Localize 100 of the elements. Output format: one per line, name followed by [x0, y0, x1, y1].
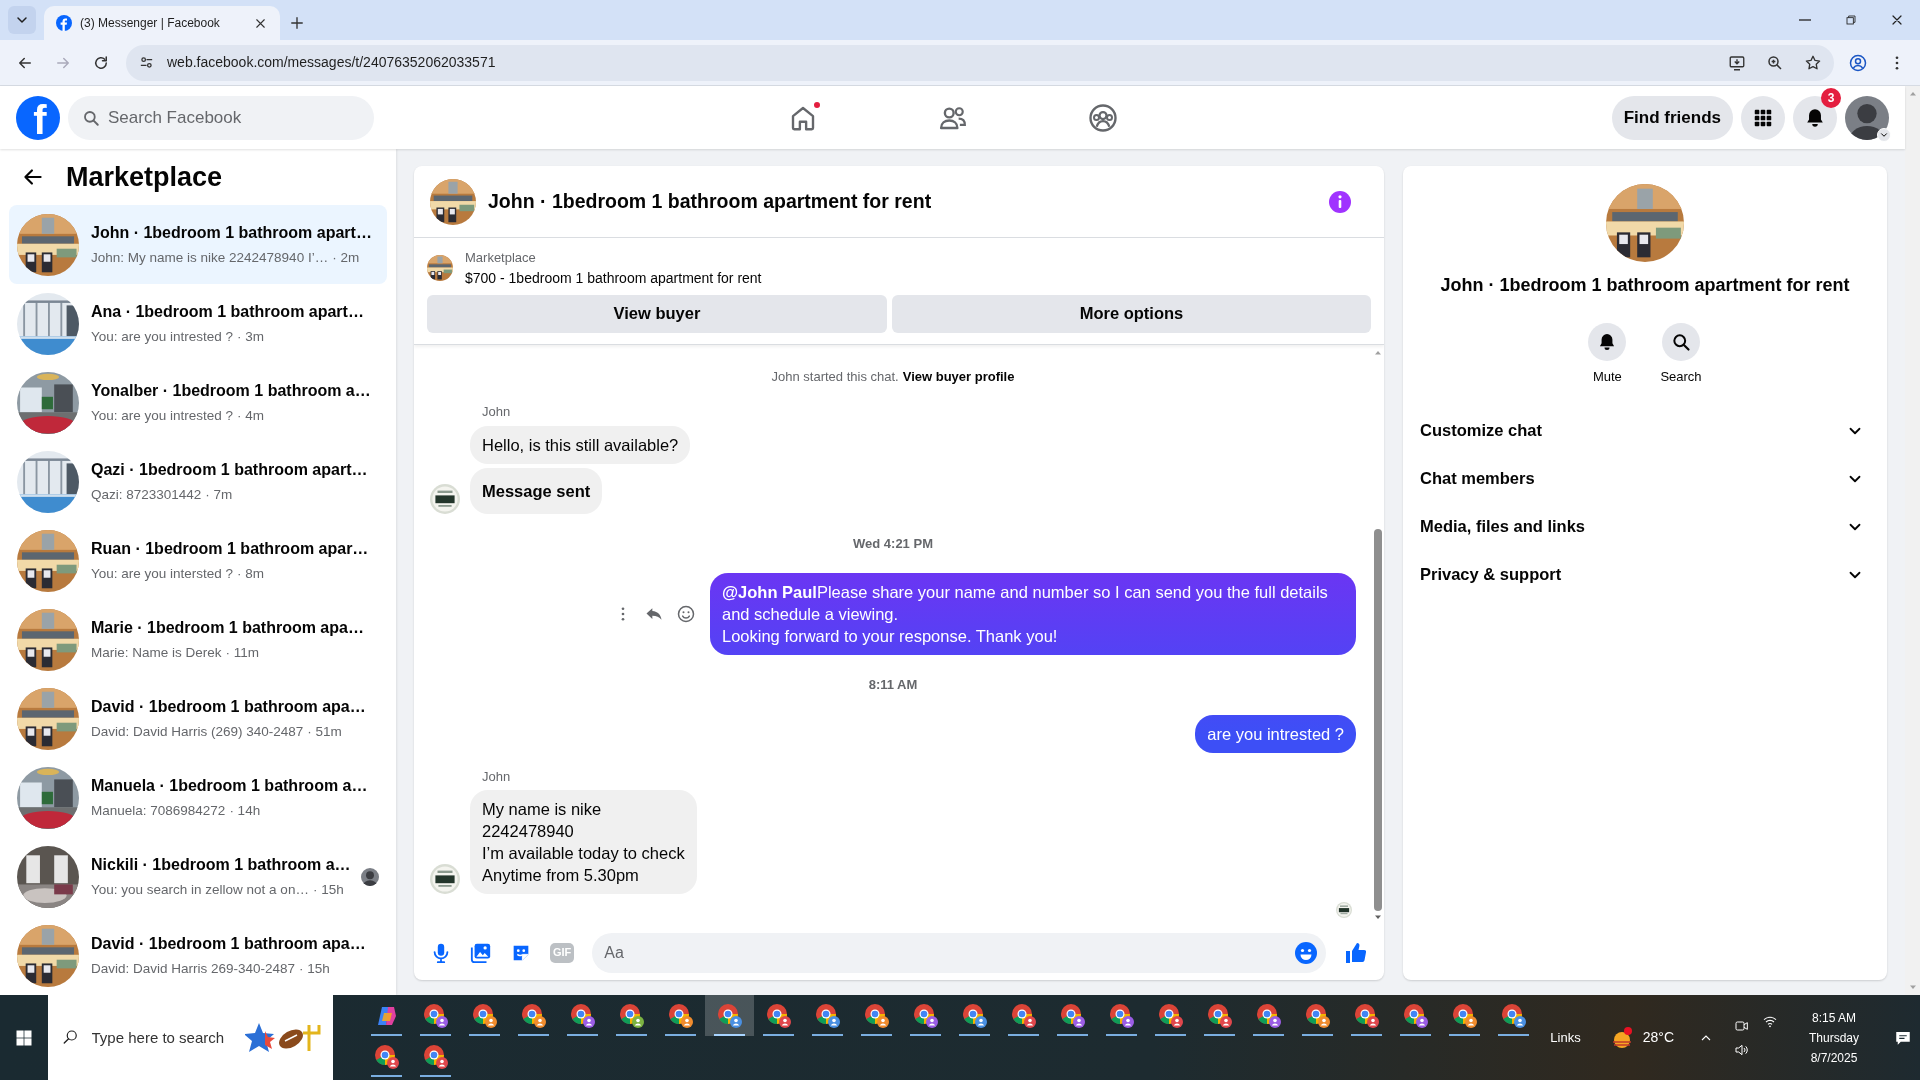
- message-preview: David: David Harris (269) 340-2487: [91, 722, 304, 741]
- site-info-icon[interactable]: [138, 54, 155, 71]
- emoji-icon[interactable]: [1294, 940, 1318, 965]
- message-preview: Qazi: 8723301442: [91, 485, 202, 504]
- sender-name: John: [482, 403, 511, 421]
- restore-icon: [1843, 12, 1859, 28]
- zoom-icon[interactable]: [1766, 53, 1784, 72]
- message-preview: You: are you intrested ?: [91, 406, 234, 425]
- timestamp: Wed 4:21 PM: [853, 534, 933, 553]
- section-header[interactable]: Customize chat: [1420, 406, 1870, 455]
- tab-search-button[interactable]: [8, 6, 36, 34]
- listing-title: $700 - 1bedroom 1 bathroom apartment for rent: [465, 268, 762, 288]
- reload-icon[interactable]: [92, 53, 110, 72]
- like-icon[interactable]: [1344, 940, 1368, 965]
- search-icon: [82, 108, 100, 127]
- system-message: John started this chat.: [771, 367, 899, 386]
- listing-source: Marketplace: [465, 249, 537, 267]
- message-bubble: are you intrested ?: [1195, 714, 1356, 753]
- chrome-icon: [618, 1002, 645, 1029]
- browser-tab[interactable]: (3) Messenger | Facebook: [44, 6, 280, 40]
- clock[interactable]: 8:15 AM Thursday 8/7/2025: [1802, 1007, 1866, 1068]
- notifications-button[interactable]: [1793, 95, 1837, 140]
- chrome-icon: [1108, 1002, 1135, 1029]
- conversation-title: Manuela · 1bedroom 1 bathroom a…: [91, 775, 369, 796]
- chrome-icon: [912, 1002, 939, 1029]
- chrome-icon: [1010, 1002, 1037, 1029]
- timestamp: 8:11 AM: [868, 676, 918, 694]
- find-friends-button[interactable]: Find friends: [1611, 95, 1733, 140]
- sender-name: John: [482, 767, 511, 786]
- view-buyer-button[interactable]: View buyer: [427, 294, 887, 333]
- menu-button[interactable]: [1741, 95, 1785, 140]
- message-time: · 51m: [307, 722, 342, 741]
- links-toolbar[interactable]: Links: [1550, 1027, 1581, 1048]
- message-time: · 8m: [237, 564, 265, 583]
- taskbar-search-field[interactable]: Type here to search: [47, 995, 333, 1080]
- facebook-logo[interactable]: f: [16, 95, 60, 140]
- conversation-title: David · 1bedroom 1 bathroom apa…: [91, 696, 367, 717]
- section-header[interactable]: Media, files and links: [1420, 502, 1870, 551]
- image-icon[interactable]: [470, 941, 492, 964]
- message-preview: You: are you intrested ?: [91, 327, 234, 346]
- taskbar-app[interactable]: [705, 995, 755, 1036]
- chrome-icon: [422, 1043, 449, 1070]
- info-icon[interactable]: [1328, 189, 1352, 214]
- chrome-icon: [520, 1002, 547, 1029]
- chrome-icon: [1157, 1002, 1184, 1029]
- groups-icon: [1087, 102, 1118, 133]
- more-options-button[interactable]: More options: [892, 294, 1371, 333]
- chrome-icon: [765, 1002, 792, 1029]
- message-preview: John: My name is nike 2242478940 I’…: [91, 248, 329, 267]
- message-time: · 15h: [299, 959, 330, 978]
- scrollbar-thumb[interactable]: [1374, 528, 1382, 911]
- message-field[interactable]: Aa: [592, 932, 1326, 973]
- chrome-icon: [471, 1002, 498, 1029]
- search-field[interactable]: Search Facebook: [68, 95, 374, 140]
- details-title: John · 1bedroom 1 bathroom apartment for rent: [1440, 274, 1850, 297]
- new-tab-icon[interactable]: [288, 14, 306, 32]
- chrome-icon: [1451, 1002, 1478, 1029]
- chrome-icon: [1353, 1002, 1380, 1029]
- message-bubble: Hello, is this still available?: [470, 425, 691, 464]
- chrome-icon: [569, 1002, 596, 1029]
- chrome-icon: [373, 1043, 400, 1070]
- chrome-icon: [422, 1002, 449, 1029]
- sidebar-title: Marketplace: [66, 160, 223, 194]
- chrome-icon: [863, 1002, 890, 1029]
- address-bar[interactable]: web.facebook.com/messages/t/24076352062033571: [126, 44, 1834, 81]
- star-icon[interactable]: [1804, 53, 1822, 72]
- profile-icon[interactable]: [1848, 52, 1868, 73]
- message-time: · 3m: [237, 327, 265, 346]
- url-text: web.facebook.com/messages/t/24076352062033571: [167, 53, 497, 72]
- conversation-title: Qazi · 1bedroom 1 bathroom apart…: [91, 459, 369, 480]
- conversation-title: Ruan · 1bedroom 1 bathroom apar…: [91, 538, 370, 559]
- section-header[interactable]: Chat members: [1420, 454, 1870, 503]
- weather-widget[interactable]: 28°C: [1608, 1025, 1674, 1050]
- windows-icon: [14, 1028, 33, 1047]
- message-bubble: My name is nike 2242478940 I’m available today to check Anytime from 5.30pm: [470, 790, 697, 894]
- chat-title: John · 1bedroom 1 bathroom apartment for rent: [488, 188, 933, 214]
- message-preview: You: are you intersted ?: [91, 564, 234, 583]
- view-buyer-profile-link[interactable]: View buyer profile: [902, 366, 1015, 386]
- chrome-icon: [1206, 1002, 1233, 1029]
- conversation-title: Ana · 1bedroom 1 bathroom apart…: [91, 301, 365, 322]
- conversation-item[interactable]: John · 1bedroom 1 bathroom apart… John: My name is nike 2242478940 I’… · 2m: [9, 205, 387, 284]
- message-time: · 2m: [332, 248, 360, 267]
- install-icon[interactable]: [1728, 53, 1746, 72]
- section-header[interactable]: Privacy & support: [1420, 550, 1870, 599]
- message-preview: Manuela: 7086984272: [91, 801, 226, 820]
- favicon-icon: [56, 15, 72, 31]
- message-time: · 7m: [205, 485, 233, 504]
- search-icon: [1671, 332, 1691, 352]
- message-time: · 14h: [229, 801, 261, 820]
- chrome-icon: [814, 1002, 841, 1029]
- message-preview: David: David Harris 269-340-2487: [91, 959, 296, 978]
- react-icon[interactable]: [676, 604, 696, 624]
- chrome-icon: [1255, 1002, 1282, 1029]
- notification-badge: 3: [1821, 87, 1841, 108]
- chrome-icon: [1304, 1002, 1331, 1029]
- chrome-icon: [1402, 1002, 1429, 1029]
- chrome-icon: [667, 1002, 694, 1029]
- conversation-title: David · 1bedroom 1 bathroom apa…: [91, 933, 367, 954]
- message-time: · 11m: [225, 643, 260, 662]
- message-preview: You: you search in zellow not a on…: [91, 880, 309, 899]
